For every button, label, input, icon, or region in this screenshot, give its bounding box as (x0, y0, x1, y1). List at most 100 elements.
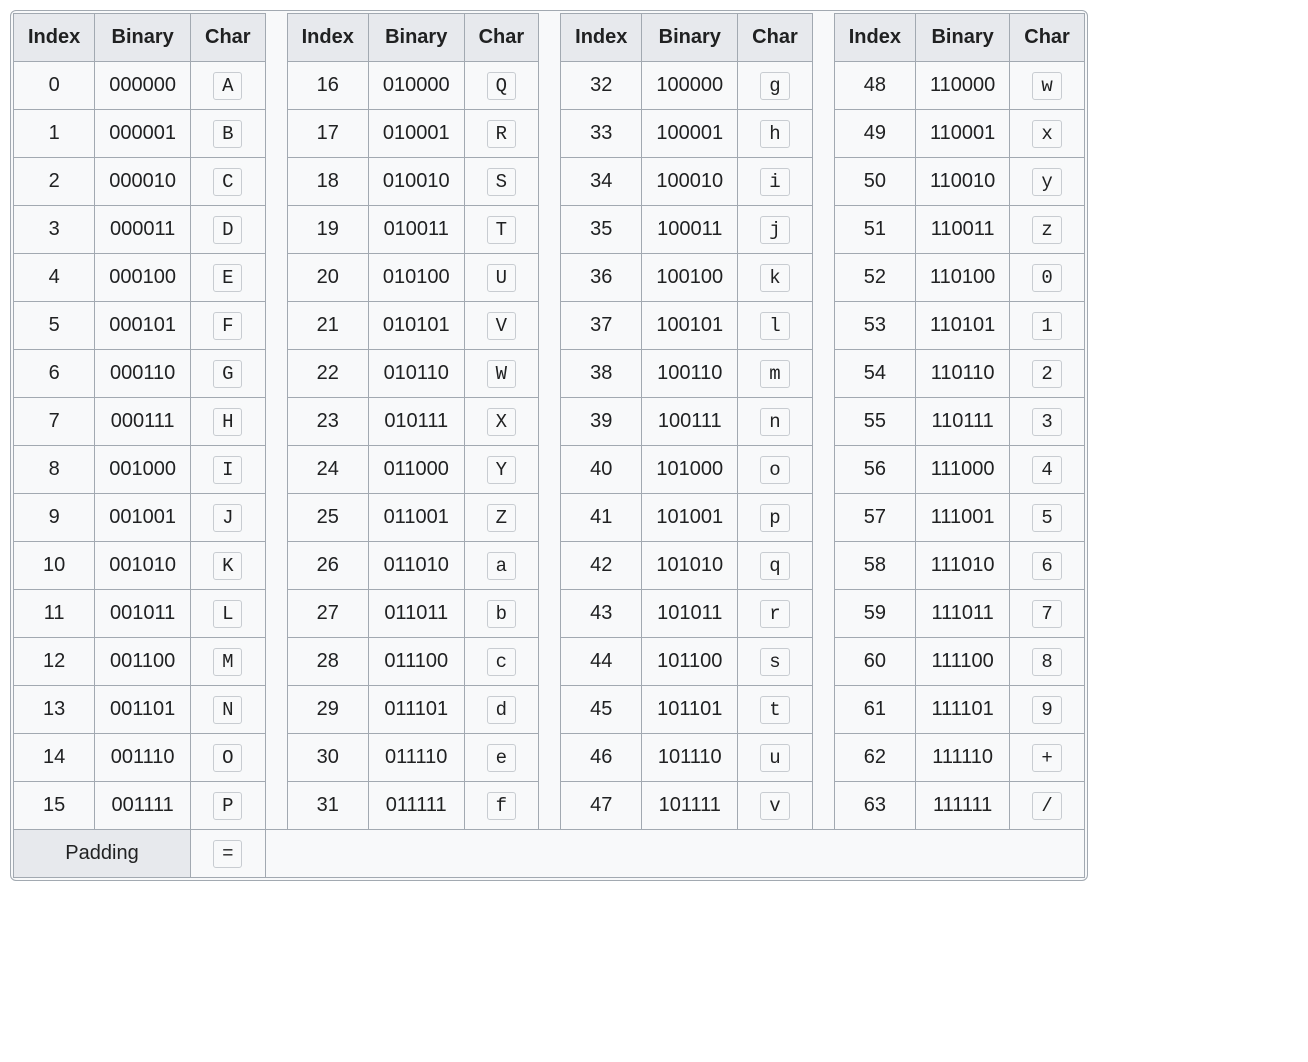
cell-char: z (1010, 206, 1085, 254)
cell-char: f (464, 782, 539, 830)
cell-char: / (1010, 782, 1085, 830)
col-spacer (265, 638, 287, 686)
cell-char: t (738, 686, 813, 734)
col-spacer (812, 446, 834, 494)
cell-char: m (738, 350, 813, 398)
char-code: X (487, 408, 516, 436)
cell-char: w (1010, 62, 1085, 110)
col-spacer (812, 542, 834, 590)
cell-index: 30 (287, 734, 368, 782)
col-spacer (539, 14, 561, 62)
col-spacer (539, 734, 561, 782)
cell-binary: 100011 (642, 206, 738, 254)
cell-index: 3 (14, 206, 95, 254)
col-spacer (539, 398, 561, 446)
col-header-char: Char (191, 14, 266, 62)
col-spacer (812, 302, 834, 350)
cell-index: 46 (561, 734, 642, 782)
col-spacer (539, 686, 561, 734)
col-header-index: Index (14, 14, 95, 62)
char-code: M (213, 648, 242, 676)
cell-binary: 010000 (368, 62, 464, 110)
table-row: 3000011D19010011T35100011j51110011z (14, 206, 1085, 254)
cell-index: 48 (834, 62, 915, 110)
cell-index: 2 (14, 158, 95, 206)
cell-char: g (738, 62, 813, 110)
cell-index: 62 (834, 734, 915, 782)
cell-char: e (464, 734, 539, 782)
cell-index: 50 (834, 158, 915, 206)
table-row: 9001001J25011001Z41101001p571110015 (14, 494, 1085, 542)
char-code: U (487, 264, 516, 292)
cell-index: 34 (561, 158, 642, 206)
char-code: r (760, 600, 789, 628)
char-code: j (760, 216, 789, 244)
col-spacer (265, 110, 287, 158)
cell-index: 39 (561, 398, 642, 446)
col-spacer (539, 254, 561, 302)
cell-binary: 110010 (915, 158, 1009, 206)
cell-index: 36 (561, 254, 642, 302)
cell-binary: 001101 (95, 686, 191, 734)
cell-binary: 111000 (915, 446, 1009, 494)
table-row: 7000111H23010111X39100111n551101113 (14, 398, 1085, 446)
cell-binary: 110100 (915, 254, 1009, 302)
table-row: 1000001B17010001R33100001h49110001x (14, 110, 1085, 158)
cell-char: 7 (1010, 590, 1085, 638)
char-code: k (760, 264, 789, 292)
cell-char: U (464, 254, 539, 302)
cell-char: b (464, 590, 539, 638)
char-code: b (487, 600, 516, 628)
cell-char: s (738, 638, 813, 686)
char-code: 7 (1032, 600, 1061, 628)
cell-char: a (464, 542, 539, 590)
char-code: g (760, 72, 789, 100)
char-code: H (213, 408, 242, 436)
cell-char: L (191, 590, 266, 638)
char-code: C (213, 168, 242, 196)
cell-binary: 101010 (642, 542, 738, 590)
cell-index: 40 (561, 446, 642, 494)
cell-char: Q (464, 62, 539, 110)
col-spacer (539, 206, 561, 254)
col-header-char: Char (738, 14, 813, 62)
table-row: 6000110G22010110W38100110m541101102 (14, 350, 1085, 398)
char-code: v (760, 792, 789, 820)
cell-index: 60 (834, 638, 915, 686)
cell-binary: 101000 (642, 446, 738, 494)
cell-index: 25 (287, 494, 368, 542)
cell-index: 49 (834, 110, 915, 158)
char-code: m (760, 360, 789, 388)
padding-label: Padding (14, 830, 191, 878)
col-spacer (812, 638, 834, 686)
cell-index: 56 (834, 446, 915, 494)
cell-binary: 111010 (915, 542, 1009, 590)
char-code: p (760, 504, 789, 532)
col-spacer (265, 734, 287, 782)
cell-char: H (191, 398, 266, 446)
cell-char: p (738, 494, 813, 542)
cell-char: Y (464, 446, 539, 494)
char-code: n (760, 408, 789, 436)
cell-binary: 110011 (915, 206, 1009, 254)
cell-binary: 100010 (642, 158, 738, 206)
char-code: 0 (1032, 264, 1061, 292)
cell-char: j (738, 206, 813, 254)
cell-binary: 110110 (915, 350, 1009, 398)
char-code: 5 (1032, 504, 1061, 532)
cell-index: 53 (834, 302, 915, 350)
cell-binary: 110001 (915, 110, 1009, 158)
col-spacer (265, 782, 287, 830)
cell-index: 63 (834, 782, 915, 830)
table-row: 5000101F21010101V37100101l531101011 (14, 302, 1085, 350)
padding-row: Padding= (14, 830, 1085, 878)
base64-table: IndexBinaryCharIndexBinaryCharIndexBinar… (13, 13, 1085, 878)
cell-char: c (464, 638, 539, 686)
cell-index: 28 (287, 638, 368, 686)
cell-binary: 010001 (368, 110, 464, 158)
cell-binary: 101001 (642, 494, 738, 542)
col-header-char: Char (464, 14, 539, 62)
table-header-row: IndexBinaryCharIndexBinaryCharIndexBinar… (14, 14, 1085, 62)
cell-index: 12 (14, 638, 95, 686)
col-spacer (539, 494, 561, 542)
